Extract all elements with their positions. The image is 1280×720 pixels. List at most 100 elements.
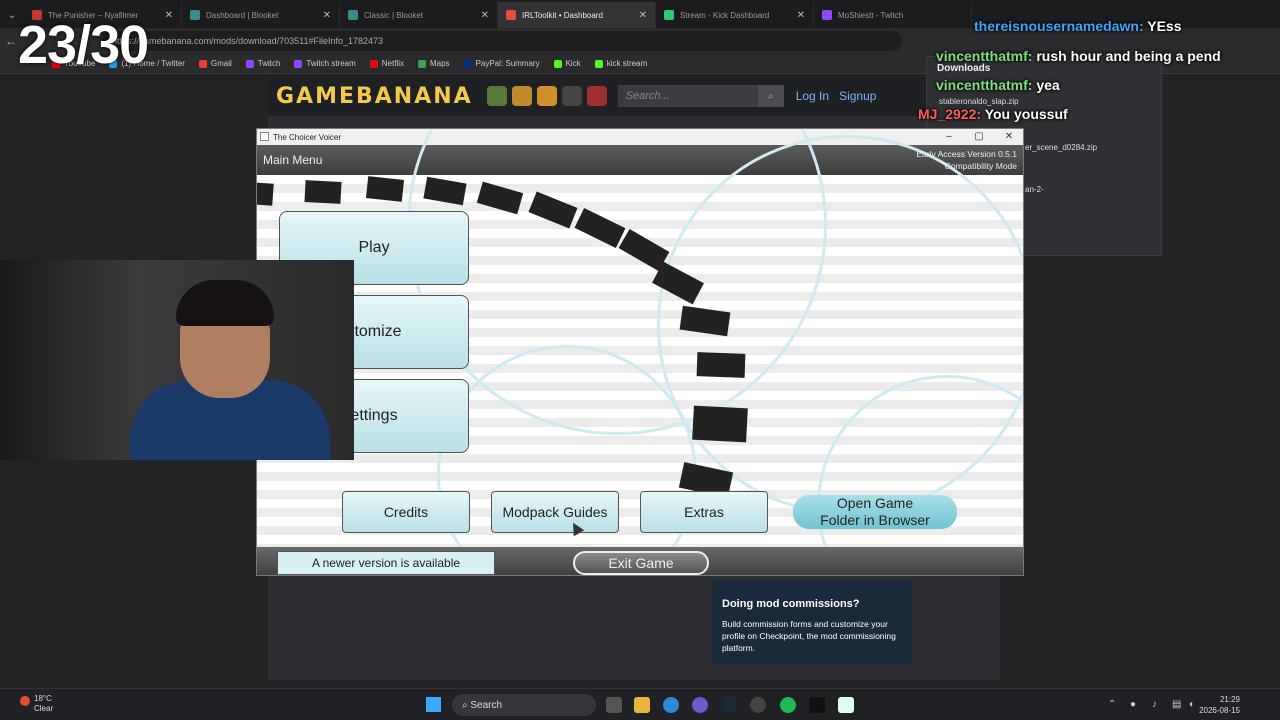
tab-kick-dashboard[interactable]: Stream - Kick Dashboard ✕	[656, 2, 814, 28]
twitch-icon	[245, 59, 254, 68]
steam-icon[interactable]	[721, 697, 737, 713]
paypal-icon	[463, 59, 472, 68]
chat-text: YEss	[1147, 18, 1182, 34]
task-view-icon[interactable]	[606, 697, 622, 713]
gamebanana-header: GAMEBANANA Search... ⌕ Log In Signup	[268, 76, 1000, 116]
bookmark-label: Twitch	[257, 59, 281, 68]
open-folder-label-1: Open Game	[836, 495, 914, 511]
game-icon[interactable]	[586, 86, 607, 106]
progress-counter: 23/30	[18, 15, 149, 75]
weather-icon	[20, 696, 30, 706]
bookmark-label: Maps	[430, 59, 450, 68]
credits-button[interactable]: Credits	[342, 491, 470, 533]
bookmark-maps[interactable]: Maps	[418, 59, 450, 68]
close-icon[interactable]: ✕	[639, 10, 647, 21]
chat-message: vincentthatmf: yea	[936, 77, 1060, 93]
bookmark-kick[interactable]: Kick	[553, 59, 581, 68]
windows-start-icon[interactable]	[426, 697, 441, 712]
weather-widget[interactable]: 18°C Clear	[20, 694, 53, 714]
signup-link[interactable]: Signup	[839, 89, 876, 103]
newer-version-notice[interactable]: A newer version is available	[277, 551, 495, 575]
tray-app-icon[interactable]: ●	[1130, 699, 1136, 710]
search-icon[interactable]: ⌕	[757, 85, 784, 107]
bookmark-label: PayPal: Summary	[475, 59, 540, 68]
close-icon[interactable]: ✕	[995, 129, 1023, 145]
bookmark-twitch-stream[interactable]: Twitch stream	[294, 59, 356, 68]
main-menu-title: Main Menu	[263, 153, 323, 167]
open-game-folder-button[interactable]: Open Game Folder in Browser	[793, 495, 957, 529]
tab-favicon-icon	[506, 10, 516, 20]
login-link[interactable]: Log In	[796, 89, 829, 103]
bookmark-paypal[interactable]: PayPal: Summary	[463, 59, 540, 68]
tab-blooket-classic[interactable]: Classic | Blooket ✕	[340, 2, 498, 28]
windows-taskbar: 18°C Clear ⌕ Search ⌃ ● ♪ ▤ ◖ 21:29 2026…	[0, 688, 1280, 720]
chat-text: You youssuf	[984, 106, 1068, 122]
close-icon[interactable]: ✕	[323, 10, 331, 21]
album-card	[365, 176, 405, 202]
spotify-icon[interactable]	[780, 697, 796, 713]
file-explorer-icon[interactable]	[634, 697, 650, 713]
kick-icon	[553, 59, 562, 68]
site-search-input[interactable]: Search...	[617, 85, 758, 107]
exit-game-button[interactable]: Exit Game	[573, 551, 709, 575]
netflix-icon	[369, 59, 378, 68]
minimize-icon[interactable]: –	[935, 129, 963, 145]
address-bar[interactable]: https://gamebanana.com/mods/download/703…	[102, 31, 902, 51]
tab-favicon-icon	[348, 10, 358, 20]
maps-icon	[418, 59, 426, 68]
chat-message: thereisnousernamedawn: YEss	[974, 18, 1182, 34]
bookmark-netflix[interactable]: Netflix	[369, 59, 404, 68]
ad-text: Build commission forms and customize you…	[722, 619, 896, 653]
terminal-icon[interactable]	[809, 697, 825, 713]
chat-message: vincentthatmf: rush hour and being a pen…	[936, 48, 1221, 64]
chat-text: yea	[1036, 77, 1060, 93]
discord-icon[interactable]	[692, 697, 708, 713]
taskbar-search[interactable]: ⌕ Search	[452, 694, 596, 716]
download-item[interactable]: er_scene_d0284.zip	[1025, 143, 1097, 152]
game-icon[interactable]	[536, 86, 557, 106]
tab-irltoolkit[interactable]: IRLToolkit • Dashboard ✕	[498, 2, 656, 28]
twitch-icon	[294, 59, 303, 68]
choicer-voicer-taskbar-icon[interactable]	[838, 697, 854, 713]
taskbar-search-label: Search	[470, 699, 503, 711]
tab-favicon-icon	[190, 10, 200, 20]
tab-label: Stream - Kick Dashboard	[680, 10, 770, 20]
gamebanana-logo[interactable]: GAMEBANANA	[276, 84, 473, 109]
close-icon[interactable]: ✕	[481, 10, 489, 21]
open-folder-label-2: Folder in Browser	[820, 512, 930, 528]
close-icon[interactable]: ✕	[797, 10, 805, 21]
close-icon[interactable]: ✕	[165, 10, 173, 21]
clock-time: 21:29	[1219, 695, 1240, 704]
maximize-icon[interactable]: ▢	[965, 129, 993, 145]
microphone-icon[interactable]: ♪	[1152, 699, 1157, 710]
network-icon[interactable]: ▤	[1172, 699, 1181, 710]
app-icon	[260, 132, 269, 141]
game-icon[interactable]	[486, 86, 507, 106]
screen: ⌄ The Punisher – Nyafilmer ✕ Dashboard | …	[0, 0, 1280, 720]
album-card	[304, 180, 342, 204]
chat-username: MJ_2922:	[918, 106, 982, 122]
commission-ad[interactable]: Doing mod commissions? Build commission …	[712, 580, 912, 664]
tab-label: Dashboard | Blooket	[206, 10, 279, 20]
extras-button[interactable]: Extras	[640, 491, 768, 533]
kick-icon	[594, 59, 603, 68]
tab-blooket-dashboard[interactable]: Dashboard | Blooket ✕	[182, 2, 340, 28]
chevron-up-icon[interactable]: ⌃	[1108, 699, 1116, 710]
menu-bottombar: A newer version is available Exit Game	[257, 547, 1023, 575]
modpack-guides-button[interactable]: Modpack Guides	[491, 491, 619, 533]
window-title: The Choicer Voicer	[273, 132, 342, 142]
volume-icon[interactable]: ◖	[1188, 699, 1194, 710]
weather-condition: Clear	[34, 704, 54, 713]
download-item[interactable]: an-2-	[1025, 185, 1044, 194]
game-icon[interactable]	[561, 86, 582, 106]
bookmark-label: Twitch stream	[306, 59, 356, 68]
system-clock[interactable]: 21:29 2026-08-15	[1199, 694, 1240, 716]
edge-icon[interactable]	[663, 697, 679, 713]
obs-icon[interactable]	[750, 697, 766, 713]
game-icon[interactable]	[511, 86, 532, 106]
bookmark-twitch[interactable]: Twitch	[245, 59, 281, 68]
temperature: 18°C	[34, 694, 52, 703]
bookmark-kick-stream[interactable]: kick stream	[594, 59, 647, 68]
bookmark-gmail[interactable]: Gmail	[198, 59, 232, 68]
game-icons	[486, 86, 612, 106]
